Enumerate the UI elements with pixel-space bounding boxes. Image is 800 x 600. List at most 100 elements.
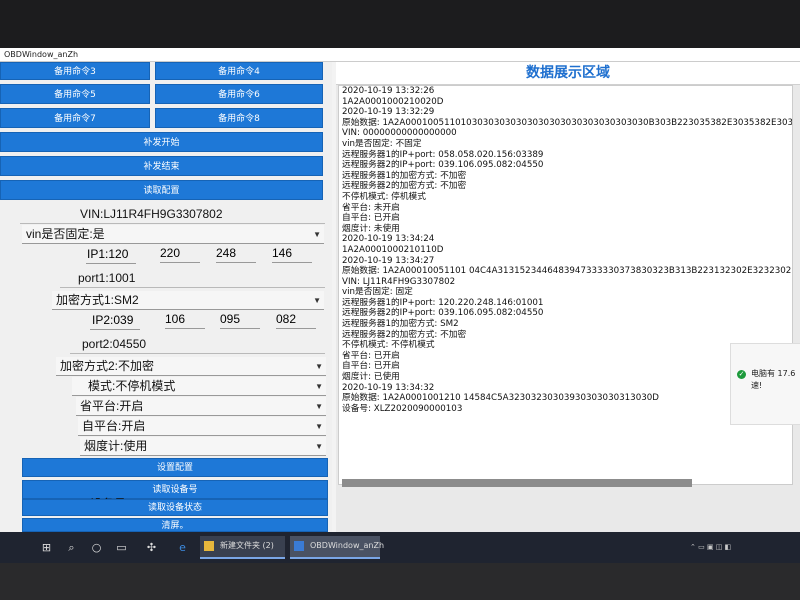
log-line: 2020-10-19 13:34:24 [342,234,435,245]
chevron-down-icon: ▼ [315,362,323,371]
province-select[interactable]: 省平台:开启 ▼ [76,397,326,416]
log-line: 远程服务器1的IP+port: 058.058.020.156:03389 [342,149,544,160]
taskbar-obd-window[interactable]: OBDWindow_anZh [290,536,384,559]
cmd-button-3[interactable]: 备用命令3 [0,62,150,80]
ip2-seg2[interactable]: 106 [165,312,205,329]
mode-value: 模式:不停机模式 [88,379,176,393]
log-line: 1A2A0001000210110D [342,244,444,255]
clear-button[interactable]: 清屏。 [22,518,328,532]
log-line: 2020-10-19 13:32:26 [342,86,435,96]
log-line: 自平台: 已开启 [342,361,400,372]
control-panel: 备用命令3 备用命令4 备用命令5 备用命令6 备用命令7 备用命令8 补发开始… [0,62,332,532]
log-line: 烟度计: 已使用 [342,372,400,383]
ip1-label: IP1:120 [87,247,129,261]
ip1-seg3[interactable]: 248 [216,246,256,263]
port2-field[interactable]: port2:04550 [70,335,325,354]
window-title: OBDWindow_anZh [0,48,800,62]
self-platform-select[interactable]: 自平台:开启 ▼ [78,417,326,436]
cmd-button-6[interactable]: 备用命令6 [155,84,323,104]
encrypt1-value: 加密方式1:SM2 [56,293,139,307]
log-line: 2020-10-19 13:32:29 [342,107,435,118]
chevron-down-icon: ▼ [313,230,321,239]
ip1-seg2[interactable]: 220 [160,246,200,263]
log-line: vin是否固定: 固定 [342,287,413,298]
log-line: vin是否固定: 不固定 [342,138,422,149]
data-log[interactable]: 2020-10-19 13:32:26 1A2A0001000210020D 202… [338,85,793,485]
log-line: 设备号: XLZ2020090000103 [342,403,463,414]
log-line: 远程服务器2的加密方式: 不加密 [342,329,467,340]
log-line: VIN: LJ11R4FH9G3307802 [342,276,456,287]
chevron-down-icon: ▼ [315,422,323,431]
smoke-meter-select[interactable]: 烟度计:使用 ▼ [80,437,326,456]
folder-icon [204,541,214,551]
log-line: 原始数据: 1A2A00010051101 04C4A3131523446483… [342,266,792,277]
chevron-down-icon: ▼ [313,296,321,305]
log-line: 远程服务器2的IP+port: 039.106.095.082:04550 [342,308,544,319]
cmd-button-4[interactable]: 备用命令4 [155,62,323,80]
read-config-button[interactable]: 读取配置 [0,180,323,200]
log-line: 远程服务器1的加密方式: 不加密 [342,170,467,181]
log-line: 烟度计: 未使用 [342,223,400,234]
log-line: 1A2A0001000210020D [342,96,444,107]
cmd-button-7[interactable]: 备用命令7 [0,108,150,128]
smoke-meter-value: 烟度计:使用 [84,439,148,453]
notification-line2: 速! [751,381,763,390]
cmd-button-8[interactable]: 备用命令8 [155,108,323,128]
log-line: 原始数据: 1A2A000100511010303030303030303030… [342,117,793,128]
chevron-down-icon: ▼ [315,382,323,391]
fan-icon[interactable]: ✣ [145,541,158,554]
read-device-status-button[interactable]: 读取设备状态 [22,499,328,516]
ip2-underline [90,329,140,330]
vin-field[interactable]: VIN:LJ11R4FH9G3307802 [20,205,325,224]
windows-start-icon[interactable]: ⊞ [40,541,53,554]
encrypt2-select[interactable]: 加密方式2:不加密 ▼ [56,357,326,376]
notification-toast[interactable]: ✓ 电脑有 17.6 速! [730,343,800,425]
horizontal-scrollbar[interactable] [342,479,692,487]
task-view-icon[interactable]: ▭ [115,541,128,554]
data-display-panel: 数据展示区域 2020-10-19 13:32:26 1A2A0001000210… [336,62,800,532]
log-line: 2020-10-19 13:34:27 [342,255,435,266]
encrypt1-select[interactable]: 加密方式1:SM2 ▼ [52,291,324,310]
log-line: 自平台: 已开启 [342,213,400,224]
log-line: 不停机模式: 不停机模式 [342,340,435,351]
system-tray[interactable]: ⌃ ▭ ▣ ◫ ◧ [690,543,790,552]
port1-field[interactable]: port1:1001 [60,269,325,288]
ip1-underline [86,263,136,264]
supp-start-button[interactable]: 补发开始 [0,132,323,152]
cmd-button-5[interactable]: 备用命令5 [0,84,150,104]
vin-fixed-select[interactable]: vin是否固定:是 ▼ [22,225,324,244]
taskbar-obd-label: OBDWindow_anZh [310,541,385,550]
ip1-seg4[interactable]: 146 [272,246,312,263]
taskbar-folder[interactable]: 新建文件夹 (2) [200,536,285,559]
app-icon [294,541,304,551]
province-value: 省平台:开启 [80,399,144,413]
vin-fixed-value: vin是否固定:是 [26,227,105,241]
chevron-down-icon: ▼ [315,442,323,451]
set-config-button[interactable]: 设置配置 [22,458,328,477]
data-display-title: 数据展示区域 [336,62,800,85]
log-line: 2020-10-19 13:34:32 [342,382,435,393]
monitor-bezel [0,563,800,600]
log-line: 省平台: 已开启 [342,350,400,361]
log-line: VIN: 00000000000000000 [342,128,457,139]
log-line: 远程服务器1的IP+port: 120.220.248.146:01001 [342,297,544,308]
ip2-seg4[interactable]: 082 [276,312,316,329]
taskbar-folder-label: 新建文件夹 (2) [220,541,274,550]
chevron-down-icon: ▼ [315,402,323,411]
log-line: 原始数据: 1A2A0001001210 14584C5A32303230303… [342,393,659,404]
notification-line1: 电脑有 17.6 [751,369,796,378]
supp-end-button[interactable]: 补发结束 [0,156,323,176]
log-line: 不停机模式: 停机模式 [342,191,426,202]
cortana-icon[interactable]: ○ [90,541,103,554]
log-line: 远程服务器1的加密方式: SM2 [342,319,459,330]
edge-icon[interactable]: e [176,541,189,554]
search-icon[interactable]: ⌕ [65,541,78,554]
ip2-seg3[interactable]: 095 [220,312,260,329]
encrypt2-value: 加密方式2:不加密 [60,359,155,373]
log-lines: 2020-10-19 13:32:26 1A2A0001000210020D 202… [342,86,792,414]
screen: OBDWindow_anZh 备用命令3 备用命令4 备用命令5 备用命令6 备… [0,48,800,563]
check-icon: ✓ [737,370,746,379]
taskbar: ⊞ ⌕ ○ ▭ ✣ e 新建文件夹 (2) OBDWindow_anZh ⌃ ▭… [0,532,800,563]
self-platform-value: 自平台:开启 [82,419,146,433]
mode-select[interactable]: 模式:不停机模式 ▼ [72,377,326,396]
